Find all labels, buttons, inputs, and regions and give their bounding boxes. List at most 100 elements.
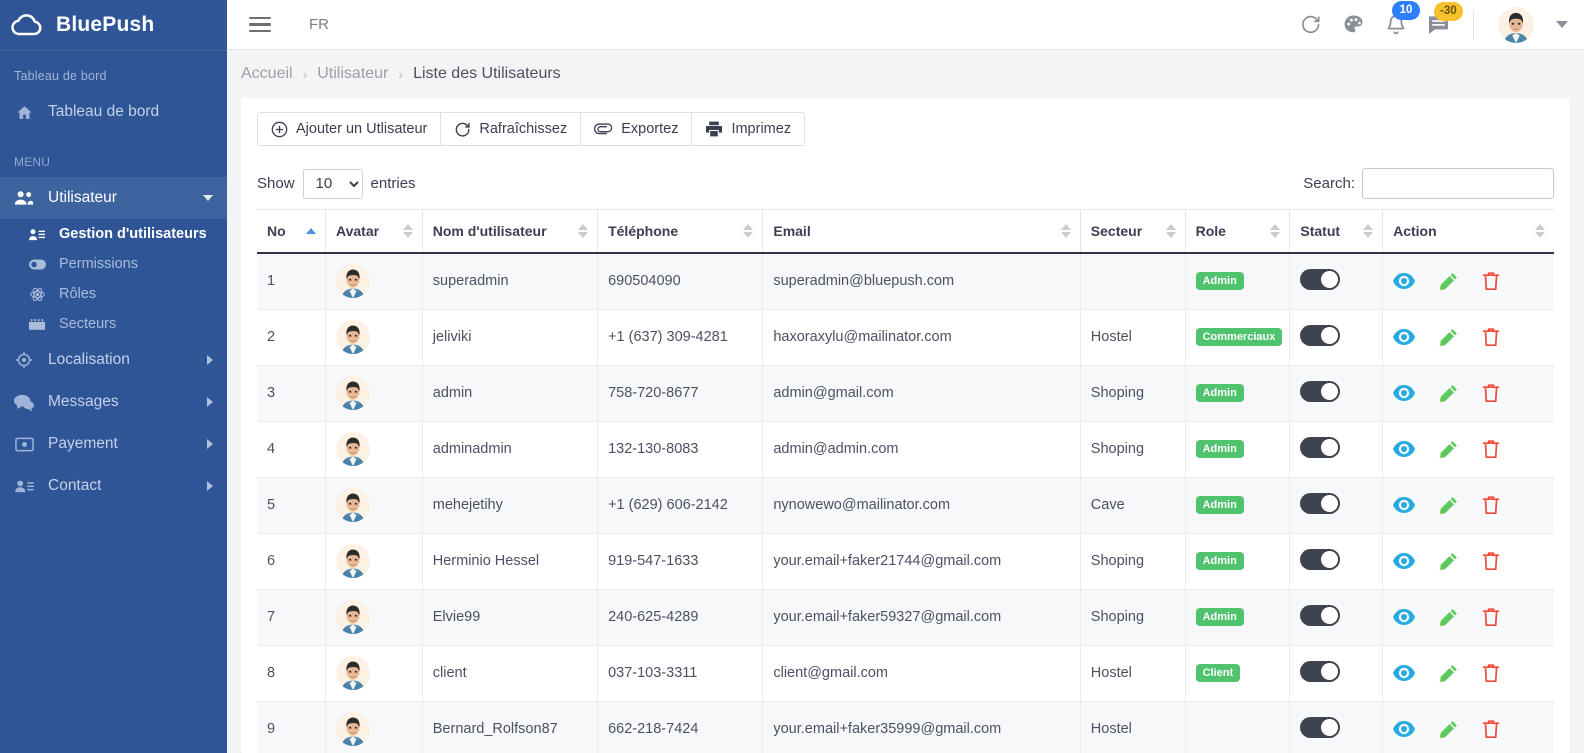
cell-statut[interactable] <box>1289 309 1384 366</box>
sidebar-item-utilisateur[interactable]: Utilisateur <box>0 177 227 219</box>
cell-statut[interactable] <box>1289 701 1384 753</box>
status-toggle[interactable] <box>1300 716 1341 738</box>
delete-action-button[interactable] <box>1482 271 1500 291</box>
cell-statut[interactable] <box>1289 365 1384 422</box>
sort-icon-role <box>1270 224 1281 238</box>
edit-action-button[interactable] <box>1439 664 1458 683</box>
breadcrumb-item-accueil[interactable]: Accueil <box>241 65 293 83</box>
print-button[interactable]: Imprimez <box>691 112 806 146</box>
messages-icon[interactable]: -30 <box>1428 1 1463 35</box>
sidebar-item-localisation[interactable]: Localisation <box>0 339 227 381</box>
status-toggle[interactable] <box>1300 324 1341 346</box>
sidebar-item-messages[interactable]: Messages <box>0 381 227 423</box>
cell-role: Commerciaux <box>1185 309 1291 366</box>
edit-action-button[interactable] <box>1439 272 1458 291</box>
topbar-actions: 10 -30 <box>1300 0 1568 43</box>
language-selector[interactable]: FR <box>309 16 329 33</box>
view-action-button[interactable] <box>1393 497 1416 513</box>
delete-action-button[interactable] <box>1482 383 1500 403</box>
row-email: admin@admin.com <box>773 441 899 457</box>
refresh-icon[interactable] <box>1300 14 1321 35</box>
add-user-button[interactable]: Ajouter un Utlisateur <box>257 112 442 146</box>
row-username: superadmin <box>432 273 509 290</box>
status-toggle[interactable] <box>1300 604 1341 626</box>
cell-username: client <box>422 645 599 702</box>
search-input[interactable] <box>1362 168 1554 199</box>
view-action-button[interactable] <box>1393 721 1416 737</box>
delete-action-button[interactable] <box>1482 607 1500 627</box>
column-header-secteur[interactable]: Secteur <box>1080 209 1186 254</box>
column-header-action[interactable]: Action <box>1382 209 1554 254</box>
cell-statut[interactable] <box>1289 477 1384 534</box>
cell-statut[interactable] <box>1289 645 1384 702</box>
notifications-bell-icon[interactable]: 10 <box>1386 0 1420 36</box>
column-header-statut[interactable]: Statut <box>1289 209 1384 254</box>
column-header-username[interactable]: Nom d'utilisateur <box>422 209 599 254</box>
delete-action-button[interactable] <box>1482 551 1500 571</box>
delete-action-button[interactable] <box>1482 663 1500 683</box>
sidebar-item-contact[interactable]: Contact <box>0 465 227 507</box>
view-action-button[interactable] <box>1393 553 1416 569</box>
payment-card-icon <box>14 437 34 452</box>
sidebar-item-dashboard[interactable]: Tableau de bord <box>0 91 227 133</box>
edit-action-button[interactable] <box>1439 328 1458 347</box>
view-action-button[interactable] <box>1393 329 1416 345</box>
view-action-button[interactable] <box>1393 273 1416 290</box>
delete-action-button[interactable] <box>1482 719 1500 739</box>
hamburger-icon[interactable] <box>249 16 271 33</box>
location-target-icon <box>14 351 34 369</box>
edit-action-button[interactable] <box>1439 496 1458 515</box>
status-toggle[interactable] <box>1300 660 1341 682</box>
status-toggle[interactable] <box>1300 548 1341 570</box>
edit-action-button[interactable] <box>1439 720 1458 739</box>
view-action-button[interactable] <box>1393 441 1416 457</box>
table-row: 7 Elvie99 240-625-4289 your.email+faker5932… <box>257 589 1554 646</box>
sidebar-item-secteurs[interactable]: Secteurs <box>0 309 227 339</box>
brand[interactable]: BluePush <box>0 0 227 50</box>
cell-email: client@gmail.com <box>762 645 1081 702</box>
chat-bubbles-icon <box>14 394 34 411</box>
column-header-avatar[interactable]: Avatar <box>325 209 423 254</box>
palette-icon[interactable] <box>1343 14 1364 35</box>
edit-action-button[interactable] <box>1439 552 1458 571</box>
page-size-select[interactable]: 102550100 <box>302 168 363 199</box>
cell-action <box>1382 645 1554 702</box>
sidebar-item-gestion-utilisateurs[interactable]: Gestion d'utilisateurs <box>0 219 227 249</box>
chevron-down-icon[interactable] <box>1556 21 1568 28</box>
view-action-button[interactable] <box>1393 665 1416 681</box>
sidebar-item-roles[interactable]: Rôles <box>0 279 227 309</box>
chevron-right-icon <box>207 481 213 491</box>
edit-action-button[interactable] <box>1439 384 1458 403</box>
cell-no: 1 <box>257 253 327 310</box>
refresh-button[interactable]: Rafraîchissez <box>440 112 582 146</box>
cell-action <box>1382 701 1554 753</box>
status-toggle[interactable] <box>1300 436 1341 458</box>
breadcrumb-item-utilisateur[interactable]: Utilisateur <box>317 65 388 83</box>
view-action-button[interactable] <box>1393 385 1416 401</box>
delete-action-button[interactable] <box>1482 327 1500 347</box>
delete-action-button[interactable] <box>1482 495 1500 515</box>
cell-statut[interactable] <box>1289 421 1384 478</box>
column-header-no[interactable]: No <box>257 209 327 254</box>
cell-statut[interactable] <box>1289 533 1384 590</box>
column-header-phone[interactable]: Téléphone <box>597 209 764 254</box>
status-toggle[interactable] <box>1300 268 1341 290</box>
sidebar-item-permissions[interactable]: Permissions <box>0 249 227 279</box>
column-header-email[interactable]: Email <box>762 209 1081 254</box>
cell-phone: 132-130-8083 <box>597 421 764 478</box>
show-label: Show <box>257 175 295 192</box>
status-toggle[interactable] <box>1300 492 1341 514</box>
avatar[interactable] <box>1498 7 1534 43</box>
cell-statut[interactable] <box>1289 253 1384 310</box>
export-button[interactable]: Exportez <box>580 112 693 146</box>
column-header-role[interactable]: Role <box>1185 209 1291 254</box>
edit-action-button[interactable] <box>1439 608 1458 627</box>
sidebar-item-payement[interactable]: Payement <box>0 423 227 465</box>
row-phone: 037-103-3311 <box>608 665 698 681</box>
show-entries: Show 102550100 entries <box>257 168 416 199</box>
status-toggle[interactable] <box>1300 380 1341 402</box>
delete-action-button[interactable] <box>1482 439 1500 459</box>
cell-statut[interactable] <box>1289 589 1384 646</box>
view-action-button[interactable] <box>1393 609 1416 625</box>
edit-action-button[interactable] <box>1439 440 1458 459</box>
